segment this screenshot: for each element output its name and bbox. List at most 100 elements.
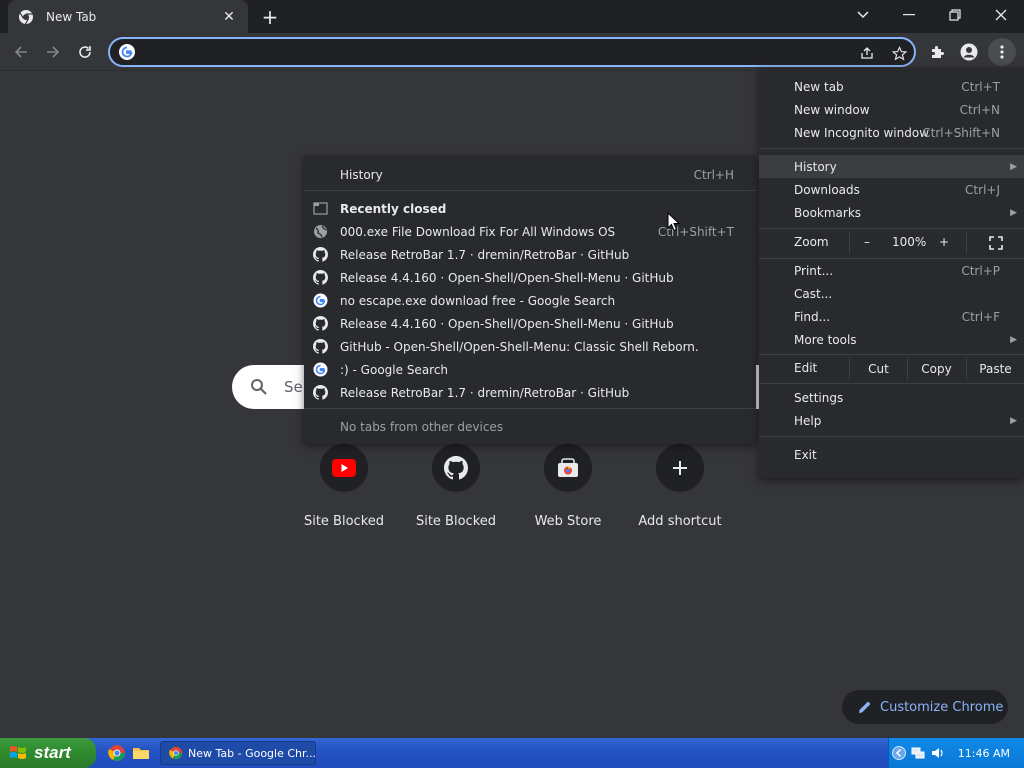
network-icon[interactable]	[911, 746, 925, 760]
shortcut-label: Site Blocked	[303, 514, 385, 529]
zoom-row: Zoom – 100% +	[759, 231, 1024, 254]
no-tabs-message: No tabs from other devices	[340, 419, 504, 434]
menu-item-bookmarks[interactable]: Bookmarks ▶	[759, 201, 1024, 224]
copy-button[interactable]: Copy	[907, 357, 965, 380]
submenu-arrow-icon: ▶	[1010, 334, 1017, 345]
zoom-level: 100%	[892, 235, 927, 249]
divider	[759, 228, 1024, 229]
divider	[304, 408, 756, 409]
customize-chrome-label: Customize Chrome	[880, 699, 1004, 715]
google-icon	[119, 44, 135, 60]
recently-closed-item[interactable]: Release 4.4.160 · Open-Shell/Open-Shell-…	[304, 266, 756, 289]
address-input[interactable]	[144, 42, 844, 62]
history-menu-item[interactable]: History Ctrl+H	[304, 163, 756, 186]
menu-item-print[interactable]: Print... Ctrl+P	[759, 259, 1024, 282]
shortcut-label: Add shortcut	[638, 514, 722, 529]
menu-item-new-incognito[interactable]: New Incognito window Ctrl+Shift+N	[759, 121, 1024, 144]
github-icon	[313, 339, 328, 354]
tab-title: New Tab	[46, 9, 97, 24]
recently-closed-item[interactable]: GitHub - Open-Shell/Open-Shell-Menu: Cla…	[304, 335, 756, 358]
divider	[759, 148, 1024, 149]
menu-item-new-tab[interactable]: New tab Ctrl+T	[759, 75, 1024, 98]
menu-item-history[interactable]: History ▶	[759, 155, 1024, 178]
google-icon	[313, 362, 328, 377]
fullscreen-button[interactable]	[966, 231, 1024, 254]
start-button[interactable]: start	[0, 738, 96, 768]
divider	[759, 354, 1024, 355]
recently-closed-item[interactable]: Release RetroBar 1.7 · dremin/RetroBar ·…	[304, 243, 756, 266]
plus-icon	[673, 461, 687, 475]
menu-item-settings[interactable]: Settings	[759, 386, 1024, 409]
github-icon	[313, 316, 328, 331]
menu-item-cast[interactable]: Cast...	[759, 282, 1024, 305]
new-tab-button[interactable]: +	[258, 5, 282, 29]
cut-button[interactable]: Cut	[849, 357, 907, 380]
tab-search-icon[interactable]	[840, 0, 886, 30]
github-icon	[313, 247, 328, 262]
taskbar-clock: 11:46 AM	[957, 747, 1010, 760]
globe-icon	[314, 225, 327, 238]
profile-avatar-icon[interactable]	[955, 38, 983, 66]
recently-closed-item[interactable]: no escape.exe download free - Google Sea…	[304, 289, 756, 312]
divider	[304, 190, 756, 191]
tab-close-icon[interactable]: ✕	[220, 8, 238, 26]
chrome-menu-icon[interactable]	[988, 38, 1016, 66]
shortcut-web-store[interactable]: Web Store	[518, 444, 618, 534]
recently-closed-item[interactable]: Release 4.4.160 · Open-Shell/Open-Shell-…	[304, 312, 756, 335]
tray-expand-icon[interactable]	[892, 746, 906, 760]
chrome-quicklaunch-icon[interactable]	[108, 744, 126, 762]
address-bar[interactable]	[108, 37, 916, 67]
system-tray: 11:46 AM	[888, 738, 1024, 768]
forward-arrow-icon	[47, 46, 60, 58]
restore-button[interactable]	[932, 0, 978, 30]
zoom-in-button[interactable]: +	[939, 235, 949, 249]
toolbar	[0, 33, 1024, 71]
menu-item-find[interactable]: Find... Ctrl+F	[759, 305, 1024, 328]
volume-icon[interactable]	[931, 746, 945, 760]
reload-button[interactable]	[70, 37, 100, 67]
shortcut-label: Web Store	[534, 514, 602, 529]
shortcut-site-blocked-youtube[interactable]: Site Blocked	[294, 444, 394, 534]
history-submenu: History Ctrl+H Recently closed 000.exe F…	[304, 156, 756, 444]
submenu-arrow-icon: ▶	[1010, 161, 1017, 172]
forward-button[interactable]	[38, 37, 68, 67]
tab-new-tab[interactable]: New Tab ✕	[8, 0, 248, 33]
title-bar: New Tab ✕ +	[0, 0, 1024, 33]
chrome-icon	[169, 746, 183, 760]
zoom-out-button[interactable]: –	[864, 235, 870, 249]
menu-item-more-tools[interactable]: More tools ▶	[759, 328, 1024, 351]
reload-icon	[79, 46, 91, 58]
menu-item-exit[interactable]: Exit	[759, 443, 1024, 466]
add-shortcut-button[interactable]: Add shortcut	[630, 444, 730, 534]
customize-chrome-button[interactable]: Customize Chrome	[842, 690, 1008, 724]
back-button[interactable]	[6, 37, 36, 67]
recently-closed-item[interactable]: 000.exe File Download Fix For All Window…	[304, 220, 756, 243]
paste-button[interactable]: Paste	[966, 357, 1024, 380]
bookmark-star-icon[interactable]	[890, 44, 908, 62]
submenu-arrow-icon: ▶	[1010, 207, 1017, 218]
edit-label: Edit	[794, 361, 818, 375]
github-icon	[313, 385, 328, 400]
github-icon	[444, 456, 468, 480]
fullscreen-icon	[989, 235, 1003, 250]
extensions-icon[interactable]	[923, 38, 951, 66]
folder-quicklaunch-icon[interactable]	[132, 744, 150, 762]
menu-item-downloads[interactable]: Downloads Ctrl+J	[759, 178, 1024, 201]
chrome-main-menu: New tab Ctrl+T New window Ctrl+N New Inc…	[759, 68, 1024, 478]
menu-item-new-window[interactable]: New window Ctrl+N	[759, 98, 1024, 121]
tab-window-icon	[313, 202, 328, 215]
menu-item-help[interactable]: Help ▶	[759, 409, 1024, 432]
edit-row: Edit Cut Copy Paste	[759, 357, 1024, 380]
divider	[759, 383, 1024, 384]
minimize-button[interactable]	[886, 0, 932, 30]
back-arrow-icon	[14, 46, 27, 58]
start-label: start	[34, 743, 71, 762]
chrome-icon	[19, 9, 33, 24]
close-window-button[interactable]	[978, 0, 1024, 30]
recently-closed-item[interactable]: Release RetroBar 1.7 · dremin/RetroBar ·…	[304, 381, 756, 404]
shortcut-site-blocked-github[interactable]: Site Blocked	[406, 444, 506, 534]
share-icon[interactable]	[858, 44, 876, 62]
taskbar-button-chrome[interactable]: New Tab - Google Chr...	[160, 741, 316, 765]
recently-closed-item[interactable]: :) - Google Search	[304, 358, 756, 381]
google-icon	[313, 293, 328, 308]
